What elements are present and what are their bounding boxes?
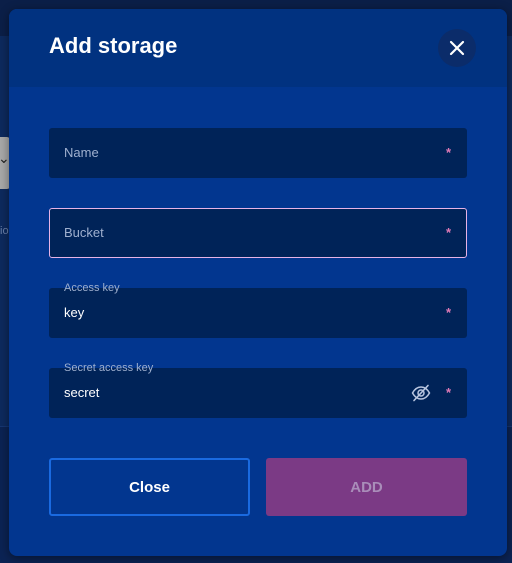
add-storage-dialog: Add storage Name * Bucket * Access key k… xyxy=(9,9,507,556)
name-placeholder: Name xyxy=(64,145,99,160)
secret-access-key-field[interactable]: Secret access key secret * xyxy=(49,362,467,418)
name-field[interactable]: Name * xyxy=(49,128,467,178)
access-key-value: key xyxy=(64,305,85,320)
access-key-label: Access key xyxy=(64,282,120,294)
close-icon xyxy=(449,40,465,56)
bucket-field[interactable]: Bucket * xyxy=(49,208,467,258)
bucket-placeholder: Bucket xyxy=(64,225,104,240)
eye-off-icon[interactable] xyxy=(411,384,431,402)
required-marker: * xyxy=(445,305,451,320)
dialog-header: Add storage xyxy=(9,9,507,87)
close-button[interactable]: Close xyxy=(49,458,250,516)
dialog-title: Add storage xyxy=(49,33,178,58)
required-marker: * xyxy=(445,385,451,400)
access-key-field[interactable]: Access key key * xyxy=(49,282,467,338)
required-marker: * xyxy=(445,225,451,240)
close-dialog-button[interactable] xyxy=(438,29,476,67)
secret-access-key-label: Secret access key xyxy=(64,362,154,374)
required-marker: * xyxy=(445,145,451,160)
secret-access-key-value: secret xyxy=(64,385,100,400)
add-button[interactable]: ADD xyxy=(266,458,467,516)
chevron-down-icon: ⌄ xyxy=(0,150,10,166)
